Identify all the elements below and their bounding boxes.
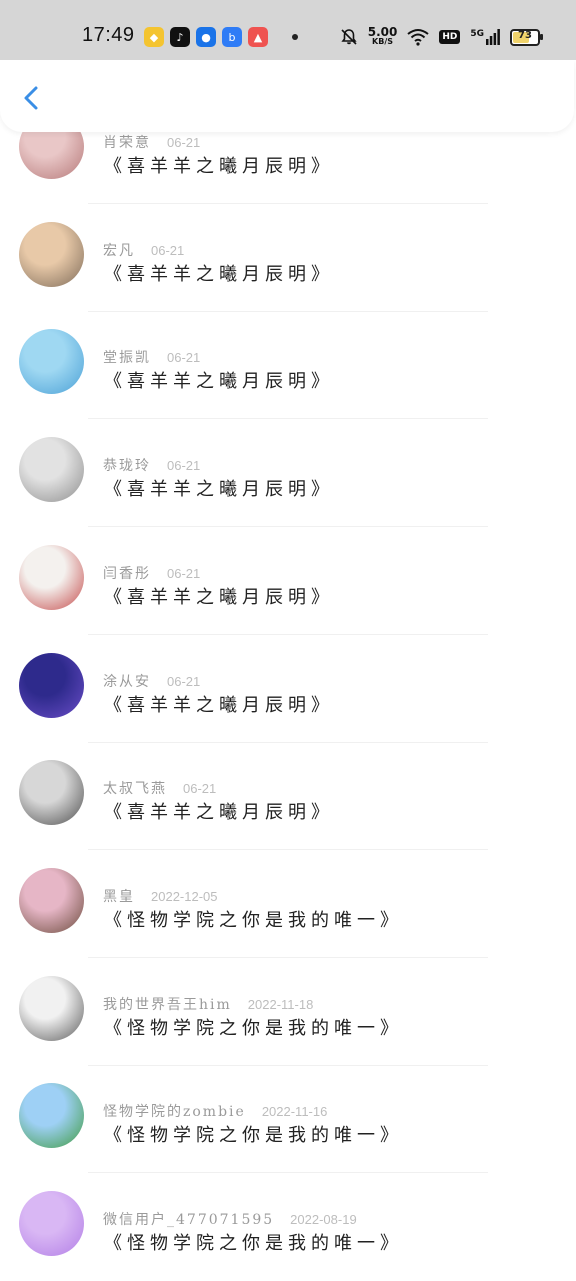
avatar[interactable] — [19, 1083, 84, 1148]
wifi-icon — [407, 29, 429, 46]
username[interactable]: 微信用户_477071595 — [103, 1212, 274, 1228]
comment-item[interactable]: 黑皇 2022-12-05 《怪物学院之你是我的唯一》 — [0, 851, 576, 958]
status-indicators: 5.00 KB/S HD 5G 73 — [340, 24, 543, 50]
game-app-icon: ▲ — [248, 27, 268, 47]
avatar[interactable] — [19, 1191, 84, 1256]
comment-meta: 太叔飞燕 06-21 — [103, 778, 216, 798]
comment-date: 06-21 — [151, 243, 185, 258]
comment-date: 06-21 — [167, 135, 201, 150]
comment-item[interactable]: 堂振凯 06-21 《喜羊羊之曦月辰明》 — [0, 312, 576, 419]
comment-date: 06-21 — [167, 458, 201, 473]
comment-item[interactable]: 太叔飞燕 06-21 《喜羊羊之曦月辰明》 — [0, 743, 576, 850]
avatar[interactable] — [19, 437, 84, 502]
comment-meta: 堂振凯 06-21 — [103, 347, 200, 367]
comment-text[interactable]: 《怪物学院之你是我的唯一》 — [104, 1229, 403, 1255]
bing-app-icon: b — [222, 27, 242, 47]
comment-text[interactable]: 《喜羊羊之曦月辰明》 — [104, 367, 334, 393]
comment-meta: 怪物学院的zombie 2022-11-16 — [103, 1101, 327, 1121]
speed-value: 5.00 — [367, 25, 398, 39]
comment-date: 06-21 — [167, 566, 201, 581]
username[interactable]: 涂从安 — [103, 674, 151, 690]
comment-meta: 闫香彤 06-21 — [103, 563, 200, 583]
diamond-app-icon: ◆ — [144, 27, 164, 47]
username[interactable]: 我的世界吾王him — [103, 997, 232, 1013]
comment-text[interactable]: 《喜羊羊之曦月辰明》 — [104, 583, 334, 609]
comment-date: 2022-12-05 — [151, 889, 218, 904]
comment-date: 06-21 — [167, 350, 201, 365]
status-bar: 17:49 ◆ ♪ ● b ▲ 5.00 KB/S HD 5G 73 — [0, 0, 576, 60]
comment-date: 2022-11-16 — [261, 1104, 328, 1119]
username[interactable]: 恭珑玲 — [103, 458, 151, 474]
comment-text[interactable]: 《怪物学院之你是我的唯一》 — [104, 906, 403, 932]
back-button[interactable] — [16, 82, 48, 114]
battery-level: 73 — [518, 29, 532, 41]
signal-5g: 5G — [470, 29, 500, 45]
comment-text[interactable]: 《喜羊羊之曦月辰明》 — [104, 260, 334, 286]
comment-date: 06-21 — [183, 781, 217, 796]
comment-meta: 我的世界吾王him 2022-11-18 — [103, 994, 313, 1014]
status-time: 17:49 — [82, 24, 135, 46]
comment-item[interactable]: 恭珑玲 06-21 《喜羊羊之曦月辰明》 — [0, 420, 576, 527]
comment-meta: 肖荣意 06-21 — [103, 132, 200, 152]
comment-text[interactable]: 《喜羊羊之曦月辰明》 — [104, 152, 334, 178]
avatar[interactable] — [19, 329, 84, 394]
divider — [88, 957, 488, 958]
comment-item[interactable]: 宏凡 06-21 《喜羊羊之曦月辰明》 — [0, 205, 576, 312]
avatar[interactable] — [19, 653, 84, 718]
divider — [88, 418, 488, 419]
username[interactable]: 怪物学院的zombie — [103, 1104, 246, 1120]
mute-bell-icon — [341, 29, 357, 45]
divider — [88, 634, 488, 635]
username[interactable]: 太叔飞燕 — [103, 781, 167, 797]
comment-meta: 恭珑玲 06-21 — [103, 455, 200, 475]
signal-bars-icon — [486, 29, 500, 45]
comment-meta: 黑皇 2022-12-05 — [103, 886, 218, 906]
battery-icon: 73 — [510, 28, 543, 46]
speed-unit: KB/S — [372, 37, 394, 46]
comment-item[interactable]: 涂从安 06-21 《喜羊羊之曦月辰明》 — [0, 636, 576, 743]
username[interactable]: 黑皇 — [103, 889, 135, 905]
username[interactable]: 堂振凯 — [103, 350, 151, 366]
comment-text[interactable]: 《怪物学院之你是我的唯一》 — [104, 1121, 403, 1147]
comment-date: 2022-08-19 — [290, 1212, 357, 1227]
comment-text[interactable]: 《喜羊羊之曦月辰明》 — [104, 798, 334, 824]
username[interactable]: 闫香彤 — [103, 566, 151, 582]
comment-text[interactable]: 《喜羊羊之曦月辰明》 — [104, 475, 334, 501]
divider — [88, 1172, 488, 1173]
comment-text[interactable]: 《喜羊羊之曦月辰明》 — [104, 691, 334, 717]
more-notifications-dot-icon — [292, 34, 298, 40]
tiktok-app-icon: ♪ — [170, 27, 190, 47]
username[interactable]: 宏凡 — [103, 243, 135, 259]
comment-meta: 宏凡 06-21 — [103, 240, 184, 260]
avatar[interactable] — [19, 976, 84, 1041]
avatar[interactable] — [19, 222, 84, 287]
top-bar — [0, 60, 574, 132]
divider — [88, 849, 488, 850]
hd-badge: HD — [439, 30, 461, 44]
chevron-left-icon — [24, 86, 38, 110]
circle-app-icon: ● — [196, 27, 216, 47]
comment-date: 2022-11-18 — [247, 997, 314, 1012]
comment-item[interactable]: 微信用户_477071595 2022-08-19 《怪物学院之你是我的唯一》 — [0, 1174, 576, 1281]
comment-item[interactable]: 我的世界吾王him 2022-11-18 《怪物学院之你是我的唯一》 — [0, 959, 576, 1066]
comment-item[interactable]: 怪物学院的zombie 2022-11-16 《怪物学院之你是我的唯一》 — [0, 1066, 576, 1173]
comment-item[interactable]: 闫香彤 06-21 《喜羊羊之曦月辰明》 — [0, 528, 576, 635]
avatar[interactable] — [19, 545, 84, 610]
divider — [88, 203, 488, 204]
notification-apps: ◆ ♪ ● b ▲ — [144, 26, 298, 48]
network-speed: 5.00 KB/S — [367, 25, 398, 47]
avatar[interactable] — [19, 760, 84, 825]
avatar[interactable] — [19, 868, 84, 933]
divider — [88, 526, 488, 527]
network-type: 5G — [470, 29, 484, 39]
comment-meta: 微信用户_477071595 2022-08-19 — [103, 1209, 357, 1229]
comment-text[interactable]: 《怪物学院之你是我的唯一》 — [104, 1014, 403, 1040]
comment-date: 06-21 — [167, 674, 201, 689]
username[interactable]: 肖荣意 — [103, 135, 151, 151]
comment-meta: 涂从安 06-21 — [103, 671, 200, 691]
